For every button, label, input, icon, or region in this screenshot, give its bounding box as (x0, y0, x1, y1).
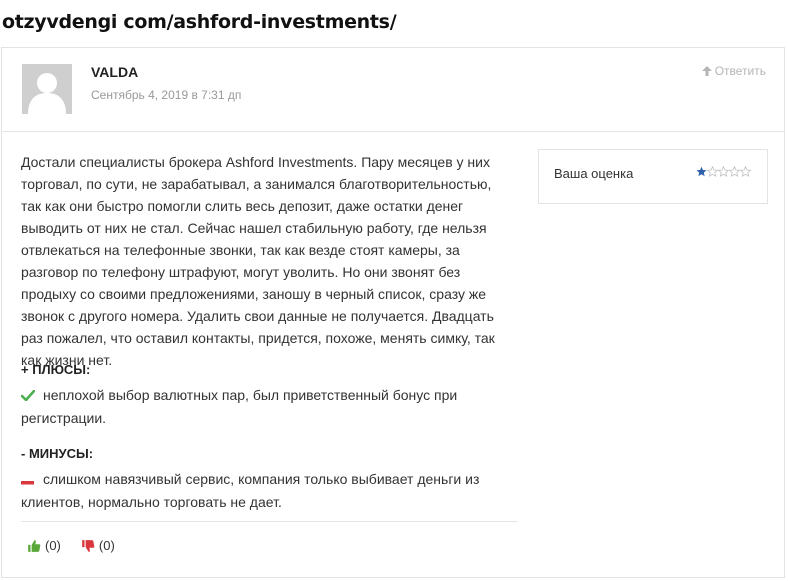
star-empty-icon[interactable] (740, 166, 751, 177)
review-header: VALDA Сентябрь 4, 2019 в 7:31 дп Ответит… (2, 48, 784, 132)
comment-date: Сентябрь 4, 2019 в 7:31 дп (91, 88, 242, 102)
thumbs-up-icon (28, 539, 41, 552)
reply-button[interactable]: Ответить (701, 64, 766, 78)
review-card: VALDA Сентябрь 4, 2019 в 7:31 дп Ответит… (1, 47, 785, 578)
check-icon (20, 385, 37, 407)
pros-item: неплохой выбор валютных пар, был приветс… (20, 384, 511, 429)
dislike-button[interactable]: (0) (81, 538, 115, 553)
star-empty-icon[interactable] (718, 166, 729, 177)
like-button[interactable]: (0) (27, 538, 61, 553)
cons-title: - МИНУСЫ: (21, 446, 94, 461)
like-count: (0) (45, 538, 61, 553)
divider (21, 521, 518, 522)
thumbs-down-icon (82, 539, 95, 552)
rating-stars[interactable] (696, 166, 751, 177)
rating-box: Ваша оценка (538, 149, 768, 204)
star-empty-icon[interactable] (707, 166, 718, 177)
minus-icon (21, 469, 37, 491)
rating-label: Ваша оценка (554, 166, 634, 181)
pros-title: + ПЛЮСЫ: (21, 362, 91, 377)
site-url: otzyvdengi com/ashford-investments/ (2, 11, 397, 33)
vote-bar: (0) (0) (27, 538, 135, 553)
dislike-count: (0) (98, 538, 115, 553)
pros-text: неплохой выбор валютных пар, был приветс… (21, 387, 458, 427)
avatar (22, 64, 72, 114)
author-name: VALDA (91, 64, 139, 80)
cons-text: слишком навязчивый сервис, компания толь… (21, 471, 480, 511)
star-empty-icon[interactable] (729, 166, 740, 177)
user-silhouette-icon (22, 64, 72, 114)
review-text: Достали специалисты брокера Ashford Inve… (21, 154, 495, 368)
arrow-up-icon (701, 66, 712, 76)
star-filled-icon[interactable] (696, 166, 707, 177)
cons-item: слишком навязчивый сервис, компания толь… (21, 468, 511, 513)
reply-label: Ответить (714, 64, 766, 78)
